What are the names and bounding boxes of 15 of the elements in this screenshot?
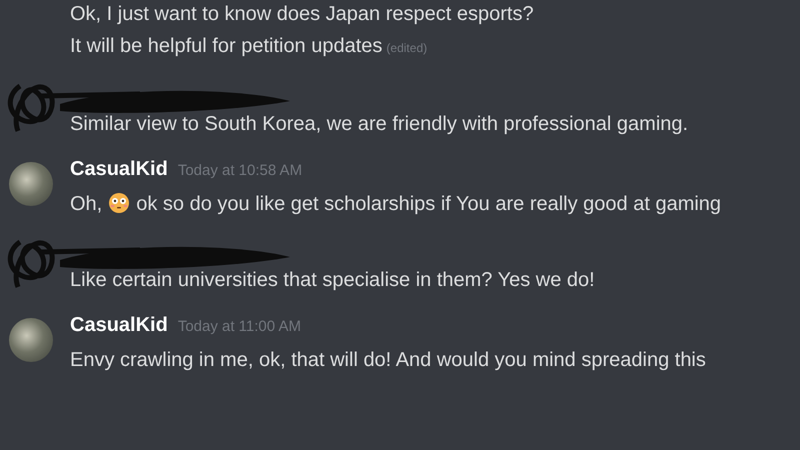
message-text: Oh, [70,193,102,215]
message-text: It will be helpful for petition updates [70,35,382,57]
avatar[interactable] [9,162,53,206]
avatar[interactable] [9,318,53,362]
author-name[interactable]: CasualKid [70,158,168,181]
timestamp: Today at 10:58 AM [178,162,302,179]
timestamp: Today at 11:00 AM [178,318,301,335]
flushed-face-icon [108,192,130,214]
message-text: Like certain universities that specialise in them? Yes we do! [70,269,595,291]
message-text: Similar view to South Korea, we are friendly with professional gaming. [70,113,688,135]
message-text: Ok, I just want to know does Japan respect esports? [70,3,534,25]
message-text: Envy crawling in me, ok, that will do! And would you mind spreading this [70,349,706,371]
author-name[interactable]: CasualKid [70,314,168,337]
message-text: ok so do you like get scholarships if You are really good at gaming [136,193,722,215]
edited-label: (edited) [386,41,428,55]
